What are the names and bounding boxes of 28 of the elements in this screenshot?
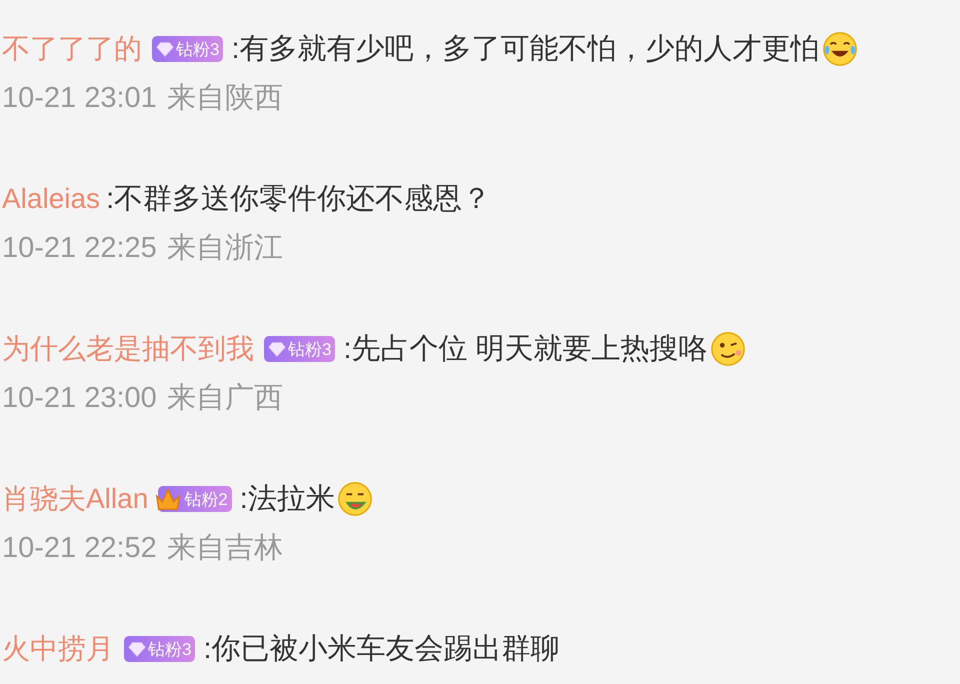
timestamp: 10-21 22:52 (2, 532, 157, 564)
location: 来自浙江 (166, 231, 283, 266)
diamond-icon (268, 340, 286, 358)
fan-badge: 钻粉3 (264, 336, 336, 362)
location: 来自陕西 (166, 81, 283, 116)
fan-badge: 钻粉3 (124, 636, 196, 662)
comment-text: :你已被小米车友会踢出群聊 (203, 632, 560, 667)
comment-text: :不群多送你零件你还不感恩？ (106, 182, 492, 217)
timestamp: 10-21 22:25 (2, 232, 157, 264)
diamond-icon (128, 640, 146, 658)
username[interactable]: 为什么老是抽不到我 (2, 330, 254, 368)
winking-emoji-icon (708, 330, 747, 368)
comment-text: :法拉米 (240, 482, 335, 517)
comment-text: :有多就有少吧，多了可能不怕，少的人才更怕 (231, 32, 820, 67)
watermelon-emoji-icon (336, 480, 374, 518)
timestamp: 10-21 23:00 (2, 382, 157, 414)
laughing-crying-emoji-icon (820, 30, 859, 68)
username[interactable]: 火中捞月 (2, 630, 114, 668)
username[interactable]: 不了了了的 (2, 30, 142, 68)
diamond-icon (156, 40, 174, 58)
fan-badge: 钻粉2 (158, 486, 232, 512)
location: 来自广西 (166, 381, 283, 416)
location: 来自吉林 (166, 531, 283, 566)
fan-badge: 钻粉3 (152, 36, 224, 62)
comment-text: :先占个位 明天就要上热搜咯 (343, 332, 708, 367)
username[interactable]: Alaleias (2, 183, 100, 215)
timestamp: 10-21 23:01 (2, 82, 157, 114)
username[interactable]: 肖骁夫Allan (2, 480, 148, 518)
